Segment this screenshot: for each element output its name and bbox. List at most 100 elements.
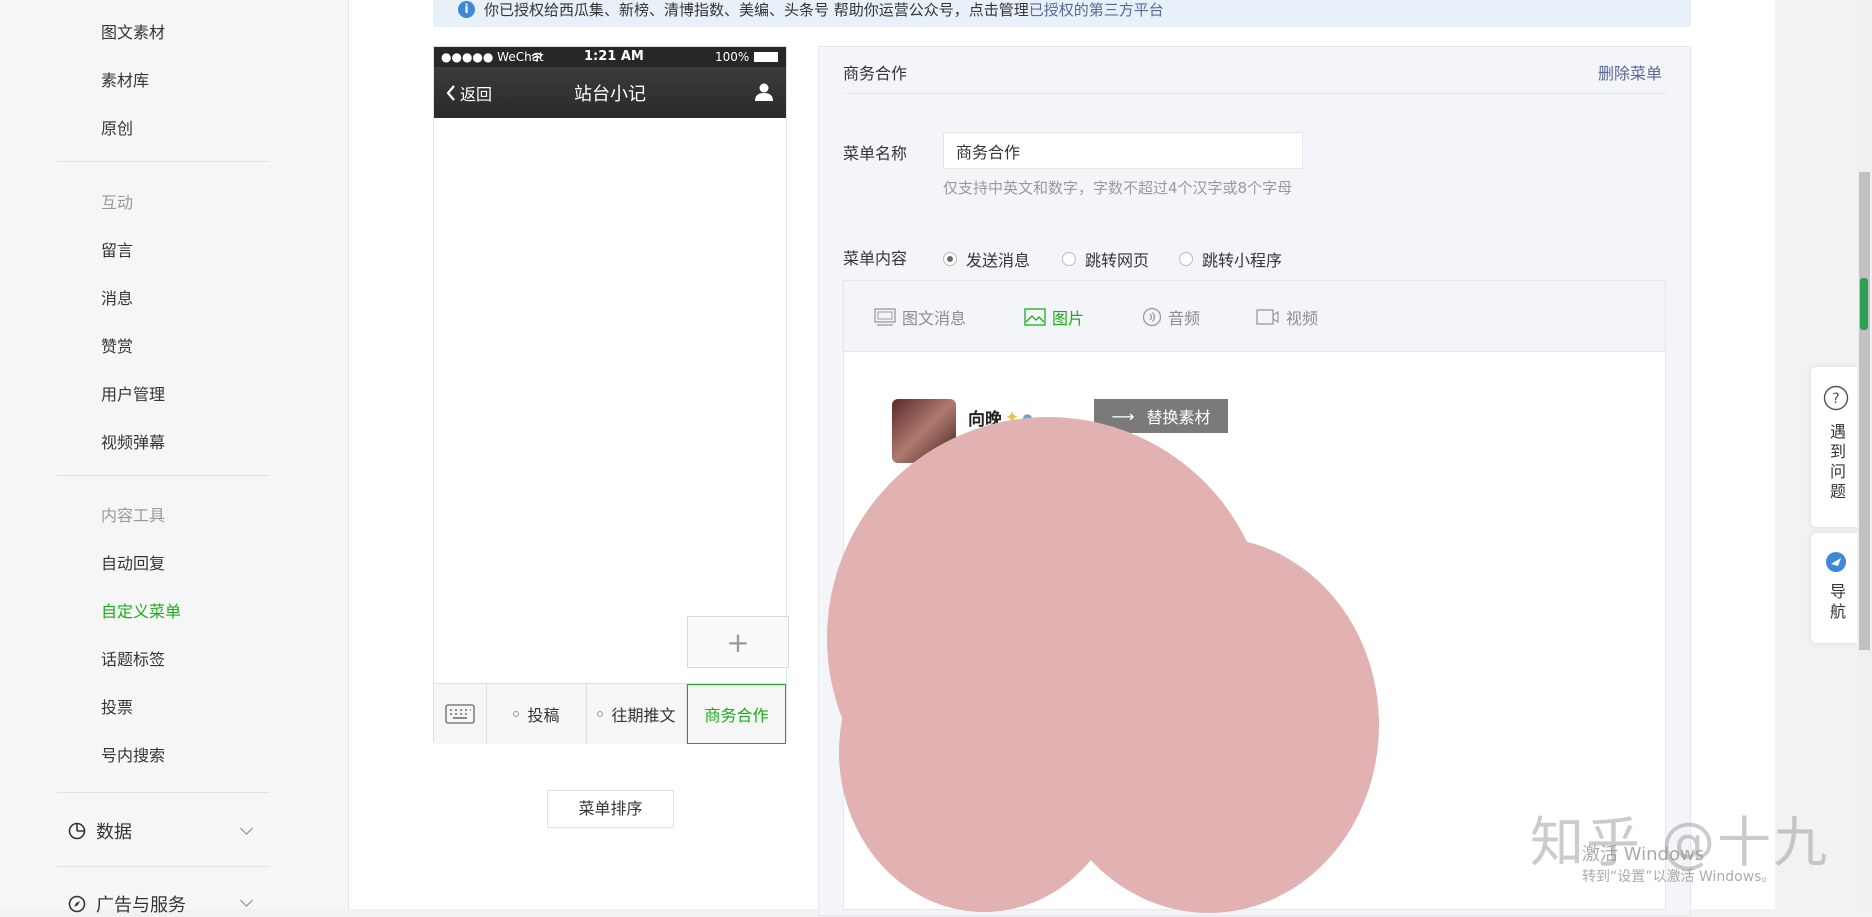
menu-name-label: 菜单名称 (843, 144, 908, 163)
sidebar-item-custom-menu[interactable]: 自定义菜单 (101, 598, 181, 622)
user-profile-icon[interactable] (754, 82, 774, 102)
svg-text:?: ? (1832, 391, 1839, 407)
menu-item-business-cooperation[interactable]: 商务合作 (687, 684, 786, 744)
redaction-blob (839, 592, 1129, 912)
replace-material-label: 替换素材 (1146, 408, 1211, 427)
sidebar-group-interact: 互动 (101, 193, 134, 212)
sidebar-divider (57, 161, 270, 162)
pie-chart-icon (68, 822, 86, 840)
sidebar-item-auto-reply[interactable]: 自动回复 (101, 550, 165, 574)
sidebar-item-material-library[interactable]: 素材库 (101, 67, 149, 91)
editor-divider (843, 93, 1666, 94)
radio-label: 发送消息 (966, 251, 1031, 270)
page-scrollbar[interactable] (1857, 0, 1872, 909)
help-card[interactable]: ? 遇到问题 (1810, 366, 1861, 528)
help-label: 遇到问题 (1827, 423, 1846, 503)
menu-name-input[interactable] (943, 132, 1303, 169)
tab-audio[interactable]: 音频 (1142, 305, 1200, 329)
authorization-notice: i 你已授权给西瓜集、新榜、清博指数、美编、头条号 帮助你运营公众号，点击管理 … (433, 0, 1691, 27)
battery-icon (754, 52, 778, 62)
notice-manage-link[interactable]: 已授权的第三方平台 (1029, 0, 1164, 20)
wifi-icon (531, 52, 543, 62)
sidebar-item-rewards[interactable]: 赞赏 (101, 333, 133, 357)
sidebar-section-ads-label: 广告与服务 (96, 895, 186, 916)
sidebar-item-topic-tags[interactable]: 话题标签 (101, 646, 165, 670)
chevron-down-icon[interactable] (240, 894, 253, 907)
phone-preview: ●●●●● WeChat 1:21 AM 100% 返回 站台小记 + 投稿 往… (433, 46, 789, 744)
sidebar-group-tools: 内容工具 (101, 506, 166, 525)
notice-text: 你已授权给西瓜集、新榜、清博指数、美编、头条号 帮助你运营公众号，点击管理 (484, 1, 1029, 19)
menu-dot-icon (597, 711, 604, 717)
question-icon: ? (1823, 385, 1849, 411)
menu-dot-icon (513, 711, 520, 717)
delete-menu-link[interactable]: 删除菜单 (1598, 60, 1662, 84)
sidebar-item-vote[interactable]: 投票 (101, 694, 133, 718)
message-type-tabs: 图文消息 图片 音频 视频 (844, 281, 1665, 352)
chevron-down-icon[interactable] (240, 822, 253, 835)
tab-video[interactable]: 视频 (1256, 305, 1318, 329)
radio-checked-icon (943, 252, 957, 266)
menu-name-hint: 仅支持中英文和数字，字数不超过4个汉字或8个字母 (943, 179, 1293, 197)
radio-send-message[interactable]: 发送消息 (943, 247, 1030, 271)
menu-item-label: 投稿 (527, 706, 560, 725)
menu-sort-button[interactable]: 菜单排序 (547, 790, 674, 828)
phone-status-bar: ●●●●● WeChat 1:21 AM 100% (434, 47, 786, 67)
battery-label: 100% (715, 50, 750, 64)
menu-content-label: 菜单内容 (843, 249, 908, 268)
image-text-icon (874, 308, 896, 326)
nav-card[interactable]: 导航 (1810, 532, 1861, 644)
radio-unchecked-icon (1062, 252, 1076, 266)
navigation-icon (1826, 552, 1846, 572)
tab-label: 音频 (1168, 309, 1201, 328)
keyboard-icon (445, 704, 475, 724)
keyboard-toggle[interactable] (434, 684, 487, 744)
tab-label: 视频 (1286, 309, 1319, 328)
sidebar-item-messages[interactable]: 消息 (101, 285, 133, 309)
sidebar-item-image-text-material[interactable]: 图文素材 (101, 19, 165, 43)
menu-item-submission[interactable]: 投稿 (487, 684, 587, 744)
tab-image[interactable]: 图片 (1024, 305, 1084, 329)
compass-icon (68, 895, 86, 913)
audio-icon (1142, 307, 1162, 327)
windows-activate-line1: 激活 Windows (1582, 844, 1705, 865)
info-icon: i (458, 1, 475, 18)
menu-editor-panel: 商务合作 删除菜单 菜单名称 仅支持中英文和数字，字数不超过4个汉字或8个字母 … (818, 46, 1691, 916)
nav-label: 导航 (1827, 583, 1846, 623)
sidebar-section-data-label: 数据 (96, 822, 132, 843)
sidebar-divider (57, 475, 270, 476)
phone-title: 站台小记 (574, 84, 646, 105)
scrollbar-marker (1860, 278, 1868, 330)
plus-icon: + (726, 625, 750, 659)
radio-jump-webpage[interactable]: 跳转网页 (1062, 247, 1149, 271)
sidebar: 图文素材 素材库 原创 互动 留言 消息 赞赏 用户管理 视频弹幕 内容工具 自… (0, 0, 349, 916)
editor-header-title: 商务合作 (843, 64, 908, 83)
arrow-right-icon: ⟶ (1111, 406, 1135, 426)
sidebar-item-user-management[interactable]: 用户管理 (101, 381, 165, 405)
menu-item-label: 往期推文 (611, 706, 676, 725)
sidebar-section-ads[interactable]: 广告与服务 (68, 891, 186, 917)
tab-label: 图片 (1052, 309, 1085, 328)
phone-menu-bar: 投稿 往期推文 商务合作 (434, 683, 786, 744)
phone-time: 1:21 AM (584, 49, 644, 64)
carrier-label: ●●●●● WeChat (441, 50, 544, 64)
radio-unchecked-icon (1179, 252, 1193, 266)
sidebar-item-in-account-search[interactable]: 号内搜索 (101, 742, 165, 766)
sidebar-section-data[interactable]: 数据 (68, 818, 132, 844)
image-icon (1024, 308, 1046, 326)
sidebar-item-original[interactable]: 原创 (101, 115, 133, 139)
windows-activate-line2: 转到“设置”以激活 Windows。 (1582, 869, 1776, 885)
tab-image-text[interactable]: 图文消息 (874, 305, 966, 329)
add-submenu-button[interactable]: + (687, 616, 789, 668)
menu-item-past-posts[interactable]: 往期推文 (587, 684, 687, 744)
sidebar-item-video-danmaku[interactable]: 视频弹幕 (101, 429, 165, 453)
sidebar-divider (57, 792, 270, 793)
radio-label: 跳转网页 (1085, 251, 1150, 270)
tab-label: 图文消息 (902, 309, 967, 328)
radio-jump-miniprogram[interactable]: 跳转小程序 (1179, 247, 1282, 271)
sidebar-divider (57, 866, 270, 867)
video-icon (1256, 309, 1279, 325)
sidebar-item-comments[interactable]: 留言 (101, 237, 133, 261)
menu-item-label: 商务合作 (704, 706, 769, 725)
scrollbar-thumb[interactable] (1859, 172, 1870, 650)
phone-nav-bar: 返回 站台小记 (434, 67, 786, 118)
